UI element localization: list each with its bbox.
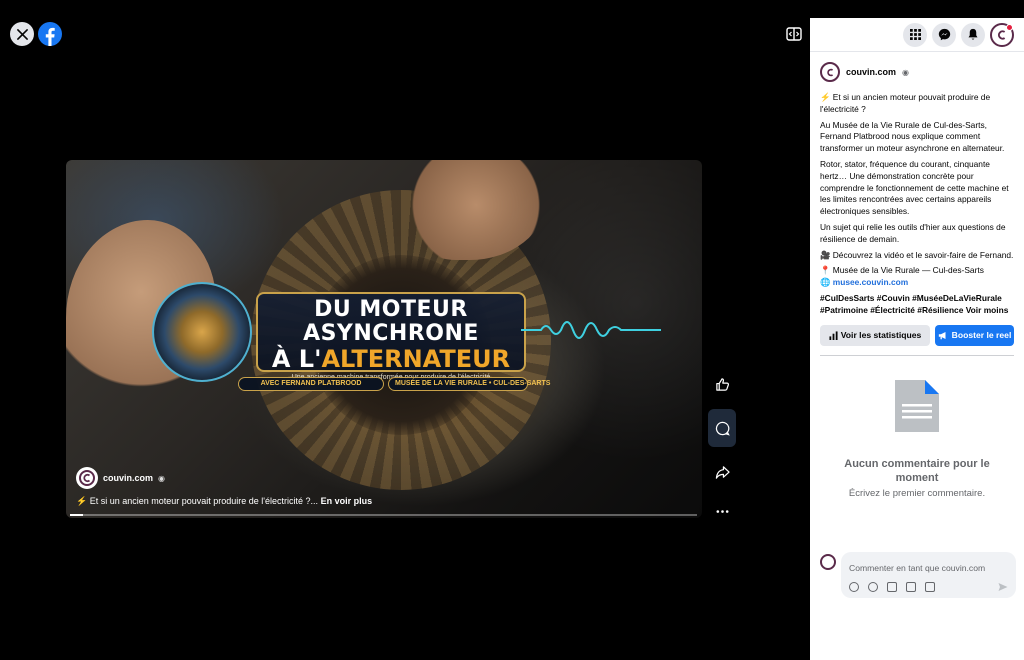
- couvin-logo-icon: [826, 68, 833, 76]
- video-progress-bar[interactable]: [70, 514, 697, 516]
- top-bar: [810, 18, 1024, 52]
- location-pill: MUSÉE DE LA VIE RURALE • CUL-DES-SARTS: [388, 377, 550, 391]
- banner-line2-highlight: ALTERNATEUR: [321, 345, 511, 373]
- megaphone-icon: [938, 331, 946, 339]
- collapse-panel-icon[interactable]: [786, 27, 802, 41]
- video-caption-text: ⚡ Et si un ancien moteur pouvait produir…: [76, 496, 319, 506]
- post-actions: Voir les statistiques Booster le reel: [810, 324, 1024, 346]
- video-author-name[interactable]: couvin.com: [103, 473, 153, 483]
- post-paragraph: ⚡ Et si un ancien moteur pouvait produir…: [820, 92, 991, 114]
- emoji-icon[interactable]: [868, 582, 878, 592]
- couvin-logo-icon: [79, 470, 95, 486]
- close-icon: [16, 28, 28, 40]
- close-button[interactable]: [10, 22, 34, 46]
- globe-icon: ◉: [902, 67, 909, 77]
- more-dots-icon: [716, 509, 728, 513]
- post-author-name[interactable]: couvin.com: [846, 67, 896, 77]
- grid-menu-icon: [909, 29, 921, 40]
- video-player[interactable]: DU MOTEUR ASYNCHRONE À L'ALTERNATEUR Une…: [66, 160, 702, 518]
- camera-icon[interactable]: [887, 582, 897, 592]
- gif-icon[interactable]: [906, 582, 916, 592]
- bar-chart-icon: [829, 330, 838, 340]
- avatar[interactable]: [820, 554, 836, 570]
- comment-box[interactable]: [841, 552, 1016, 598]
- post-paragraph: Rotor, stator, fréquence du courant, cin…: [820, 158, 1009, 217]
- sine-wave-graphic: [521, 321, 661, 339]
- no-comments-state: Aucun commentaire pour le moment Écrivez…: [810, 356, 1024, 499]
- send-icon[interactable]: [998, 582, 1008, 592]
- app: DU MOTEUR ASYNCHRONE À L'ALTERNATEUR Une…: [0, 0, 1024, 660]
- post-hashtags[interactable]: #CulDesSarts #Couvin #MuséeDeLaVieRurale…: [820, 293, 1014, 317]
- globe-icon: ◉: [158, 473, 165, 483]
- post-paragraph: 🎥 Découvrez la vidéo et le savoir-faire …: [820, 249, 1014, 260]
- bell-icon: [968, 28, 978, 40]
- notifications-button[interactable]: [961, 22, 985, 47]
- video-viewer: DU MOTEUR ASYNCHRONE À L'ALTERNATEUR Une…: [0, 0, 810, 660]
- link-prefix: 🌐: [820, 277, 833, 288]
- share-button[interactable]: [708, 458, 736, 486]
- comment-composer: [820, 552, 1016, 598]
- no-comments-title: Aucun commentaire pour le moment: [844, 457, 990, 484]
- post-panel: couvin.com ◉ ⚡ Et si un ancien moteur po…: [810, 18, 1024, 660]
- see-more-link[interactable]: En voir plus: [321, 496, 373, 506]
- avatar[interactable]: [820, 62, 840, 82]
- document-icon: [895, 379, 939, 432]
- menu-button[interactable]: [903, 22, 927, 47]
- view-stats-button[interactable]: Voir les statistiques: [820, 324, 930, 346]
- facebook-logo-icon[interactable]: [38, 22, 62, 46]
- rotor-graphic: [152, 282, 252, 382]
- video-title-banner: DU MOTEUR ASYNCHRONE À L'ALTERNATEUR Une…: [256, 292, 526, 381]
- avatar[interactable]: [76, 467, 98, 489]
- banner-line2-prefix: À L': [271, 345, 322, 373]
- boost-reel-label: Booster le reel: [951, 330, 1012, 341]
- messenger-button[interactable]: [932, 22, 956, 47]
- sticker-icon[interactable]: [925, 582, 935, 592]
- post-paragraph: Un sujet qui relie les outils d'hier aux…: [820, 221, 1006, 244]
- presenter-pill: AVEC FERNAND PLATBROOD: [238, 377, 384, 391]
- messenger-icon: [938, 28, 950, 41]
- profile-button[interactable]: [990, 22, 1014, 47]
- banner-line1: DU MOTEUR ASYNCHRONE: [303, 297, 479, 346]
- comment-button[interactable]: [708, 409, 736, 447]
- post-location: 📍 Musée de la Vie Rurale — Cul-des-Sarts…: [820, 265, 1014, 289]
- thumbs-up-icon: [715, 377, 729, 391]
- more-options-button[interactable]: [708, 497, 736, 525]
- view-stats-label: Voir les statistiques: [840, 330, 922, 341]
- location-text: 📍 Musée de la Vie Rurale — Cul-des-Sarts: [820, 265, 984, 276]
- share-icon: [715, 465, 730, 479]
- video-progress-fill: [70, 514, 83, 516]
- comment-input[interactable]: [849, 563, 1008, 573]
- like-button[interactable]: [708, 370, 736, 398]
- website-link[interactable]: musee.couvin.com: [833, 277, 908, 287]
- boost-reel-button[interactable]: Booster le reel: [935, 324, 1014, 346]
- notification-badge: [1006, 23, 1013, 31]
- post-header: couvin.com ◉: [820, 62, 1014, 82]
- post-body: couvin.com ◉ ⚡ Et si un ancien moteur po…: [810, 52, 1024, 317]
- post-paragraph: Au Musée de la Vie Rurale de Cul-des-Sar…: [820, 119, 1005, 154]
- no-comments-subtitle: Écrivez le premier commentaire.: [848, 487, 986, 499]
- avatar-sticker-icon[interactable]: [849, 582, 859, 592]
- video-author[interactable]: couvin.com ◉: [76, 467, 165, 489]
- comment-tools: [849, 582, 935, 592]
- banner-line2: À L'ALTERNATEUR: [268, 346, 514, 372]
- video-caption: ⚡ Et si un ancien moteur pouvait produir…: [76, 496, 372, 507]
- comment-icon: [715, 421, 730, 436]
- video-actions: [708, 370, 738, 536]
